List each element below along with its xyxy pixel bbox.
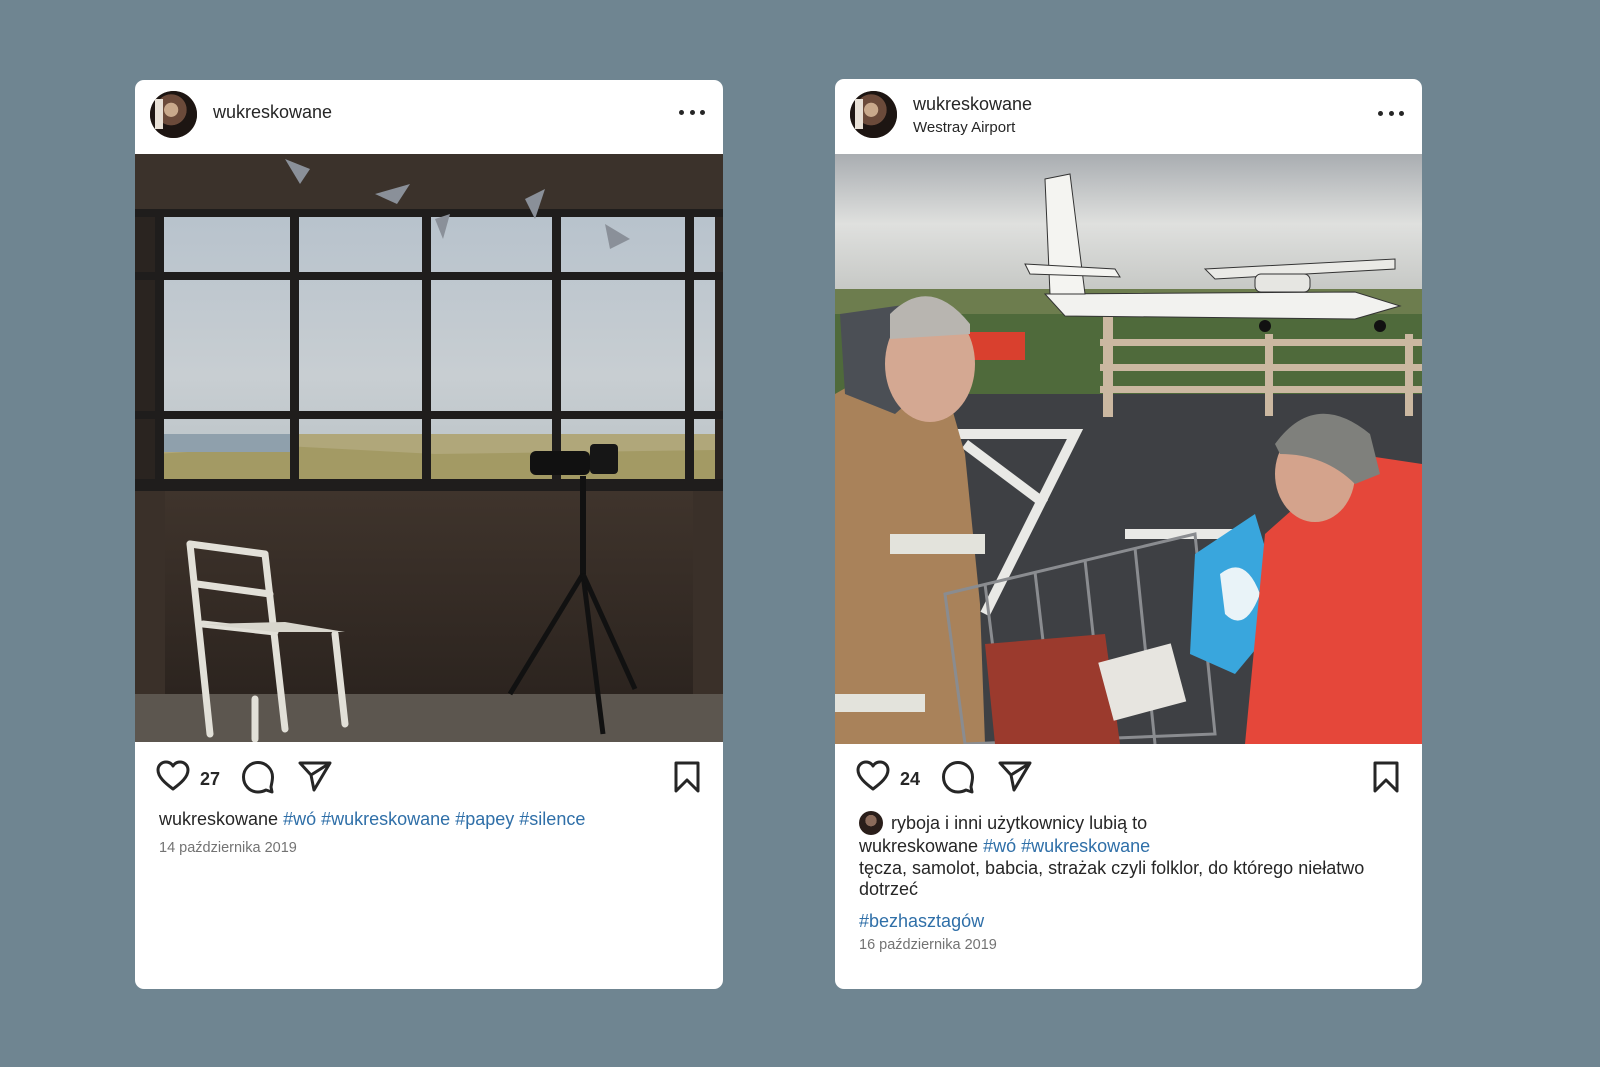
paper-plane-icon[interactable] xyxy=(298,760,332,792)
comment-icon[interactable] xyxy=(241,760,275,794)
liked-by-others[interactable]: inni użytkownicy xyxy=(954,813,1084,834)
more-options-icon[interactable] xyxy=(1378,109,1404,117)
liker-username[interactable]: ryboja xyxy=(891,813,940,834)
post-card-2: wukreskowane Westray Airport 24 ryboja i… xyxy=(835,79,1422,989)
liked-by-connector: i xyxy=(945,812,950,833)
post-card-1: wukreskowane 27 wukreskowane #wó #wukres… xyxy=(135,80,723,989)
hashtag[interactable]: #wó xyxy=(983,836,1016,856)
post-username[interactable]: wukreskowane xyxy=(913,94,1032,115)
like-count[interactable]: 27 xyxy=(200,769,220,790)
hashtag[interactable]: #wukreskowane xyxy=(1021,836,1150,856)
hashtag[interactable]: #wukreskowane xyxy=(321,809,450,829)
post-photo[interactable] xyxy=(135,154,723,742)
liked-by-line: ryboja i inni użytkownicy lubią to xyxy=(859,811,1147,835)
hashtag[interactable]: #silence xyxy=(519,809,585,829)
post-header: wukreskowane Westray Airport xyxy=(835,79,1422,153)
caption-username[interactable]: wukreskowane xyxy=(159,809,278,829)
post-username[interactable]: wukreskowane xyxy=(213,102,332,123)
bookmark-icon[interactable] xyxy=(1372,761,1400,798)
post-location[interactable]: Westray Airport xyxy=(913,119,1015,136)
hide-room-photo xyxy=(135,154,723,742)
airport-photo xyxy=(835,154,1422,744)
post-header: wukreskowane xyxy=(135,80,723,154)
avatar[interactable] xyxy=(150,91,197,138)
bookmark-icon[interactable] xyxy=(673,761,701,798)
post-photo[interactable] xyxy=(835,154,1422,744)
liked-by-suffix: lubią to xyxy=(1089,812,1148,833)
hashtag-extra: #bezhasztagów xyxy=(859,910,1402,933)
post-description: tęcza, samolot, babcia, strażak czyli fo… xyxy=(859,858,1365,899)
caption-username[interactable]: wukreskowane xyxy=(859,836,978,856)
paper-plane-icon[interactable] xyxy=(998,760,1032,792)
post-date: 14 października 2019 xyxy=(159,840,297,856)
hashtag[interactable]: #papey xyxy=(455,809,514,829)
more-options-icon[interactable] xyxy=(679,108,705,116)
liker-avatar[interactable] xyxy=(859,811,883,835)
post-actions: 24 xyxy=(835,755,1422,799)
post-actions: 27 xyxy=(135,755,723,799)
heart-icon[interactable] xyxy=(855,760,891,792)
post-caption: wukreskowane #wó #wukreskowane #papey #s… xyxy=(159,808,703,831)
heart-icon[interactable] xyxy=(155,760,191,792)
comment-icon[interactable] xyxy=(941,760,975,794)
hashtag[interactable]: #bezhasztagów xyxy=(859,911,984,931)
like-count[interactable]: 24 xyxy=(900,769,920,790)
hashtag[interactable]: #wó xyxy=(283,809,316,829)
post-date: 16 października 2019 xyxy=(859,937,997,953)
avatar[interactable] xyxy=(850,91,897,138)
post-caption: wukreskowane #wó #wukreskowane xyxy=(859,835,1402,858)
